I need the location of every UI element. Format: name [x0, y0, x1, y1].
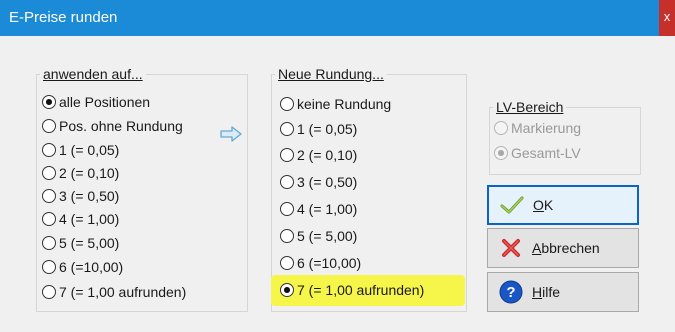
radio-circle: [42, 212, 56, 226]
radio-circle: [42, 189, 56, 203]
radio-label: 4 (= 1,00): [297, 201, 358, 217]
apply-option-1[interactable]: 1 (= 0,05): [42, 140, 119, 160]
new-option-5[interactable]: 5 (= 5,00): [280, 226, 357, 246]
radio-circle: [280, 148, 294, 162]
lv-group-legend: LV-Bereich: [496, 99, 564, 115]
radio-label: 3 (= 0,50): [297, 174, 358, 190]
title-bar: E-Preise runden x: [0, 0, 675, 36]
new-option-1[interactable]: 1 (= 0,05): [280, 119, 357, 139]
radio-circle: [42, 260, 56, 274]
radio-label: alle Positionen: [59, 94, 151, 110]
radio-label: 2 (= 0,10): [59, 165, 120, 181]
radio-label: 3 (= 0,50): [59, 188, 120, 204]
apply-option-3[interactable]: 3 (= 0,50): [42, 186, 119, 206]
radio-circle: [42, 285, 56, 299]
new-option-3[interactable]: 3 (= 0,50): [280, 172, 357, 192]
svg-text:?: ?: [506, 284, 515, 301]
apply-option-7[interactable]: 7 (= 1,00 aufrunden): [42, 282, 186, 302]
radio-circle: [280, 175, 294, 189]
radio-circle: [280, 122, 294, 136]
arrow-right-icon: [220, 126, 242, 142]
radio-label: 7 (= 1,00 aufrunden): [297, 282, 425, 298]
radio-circle: [280, 283, 294, 297]
apply-option-2[interactable]: 2 (= 0,10): [42, 163, 119, 183]
checkmark-icon: [500, 193, 524, 217]
red-x-icon: [499, 236, 523, 260]
new-option-2[interactable]: 2 (= 0,10): [280, 145, 357, 165]
new-option-4[interactable]: 4 (= 1,00): [280, 199, 357, 219]
radio-label: 5 (= 5,00): [297, 228, 358, 244]
lv-option-markierung[interactable]: Markierung: [494, 118, 581, 138]
new-option-6[interactable]: 6 (=10,00): [280, 253, 361, 273]
new-rounding-legend: Neue Rundung...: [278, 66, 384, 82]
radio-label: 6 (=10,00): [59, 259, 124, 275]
apply-group-legend: anwenden auf...: [43, 66, 143, 82]
radio-circle: [280, 97, 294, 111]
radio-label: 1 (= 0,05): [297, 121, 358, 137]
ok-button[interactable]: OK: [487, 185, 639, 225]
help-icon: ?: [499, 280, 523, 304]
cancel-button[interactable]: Abbrechen: [487, 228, 639, 268]
radio-circle: [280, 202, 294, 216]
new-option-keine-rundung[interactable]: keine Rundung: [280, 94, 391, 114]
apply-option-5[interactable]: 5 (= 5,00): [42, 233, 119, 253]
radio-label: Gesamt-LV: [511, 145, 581, 161]
radio-label: 2 (= 0,10): [297, 147, 358, 163]
lv-option-gesamt[interactable]: Gesamt-LV: [494, 143, 581, 163]
help-button[interactable]: ? Hilfe: [487, 272, 639, 312]
apply-option-6[interactable]: 6 (=10,00): [42, 257, 123, 277]
radio-circle: [42, 166, 56, 180]
apply-option-ohne-rundung[interactable]: Pos. ohne Rundung: [42, 116, 183, 136]
radio-circle: [280, 256, 294, 270]
radio-circle: [42, 236, 56, 250]
radio-circle: [280, 229, 294, 243]
radio-label: 5 (= 5,00): [59, 235, 120, 251]
radio-label: 4 (= 1,00): [59, 211, 120, 227]
cancel-label: Abbrechen: [532, 240, 600, 256]
close-button[interactable]: x: [659, 0, 675, 36]
radio-label: 1 (= 0,05): [59, 142, 120, 158]
window-title: E-Preise runden: [9, 9, 118, 26]
radio-label: 6 (=10,00): [297, 255, 362, 271]
new-option-7[interactable]: 7 (= 1,00 aufrunden): [280, 280, 424, 300]
radio-label: Markierung: [511, 120, 582, 136]
radio-label: keine Rundung: [297, 96, 392, 112]
apply-option-4[interactable]: 4 (= 1,00): [42, 209, 119, 229]
radio-circle: [494, 146, 508, 160]
radio-circle: [494, 121, 508, 135]
radio-label: 7 (= 1,00 aufrunden): [59, 284, 187, 300]
ok-label: OK: [533, 197, 554, 213]
radio-circle: [42, 119, 56, 133]
radio-circle: [42, 95, 56, 109]
help-label: Hilfe: [532, 284, 561, 300]
apply-option-alle-positionen[interactable]: alle Positionen: [42, 92, 150, 112]
radio-circle: [42, 143, 56, 157]
radio-label: Pos. ohne Rundung: [59, 118, 183, 134]
